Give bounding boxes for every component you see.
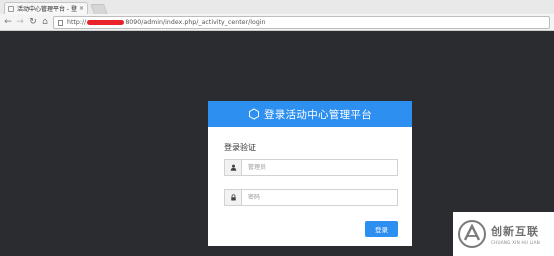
user-icon: [225, 160, 242, 175]
watermark-text: 创新互联 CHUANG XIN HU LIAN: [491, 223, 540, 245]
page-favicon-icon: [8, 5, 14, 12]
login-card: 登录活动中心管理平台 登录验证 登录: [208, 101, 412, 246]
address-bar[interactable]: http:// 8090/admin/index.php/_activity_ce…: [53, 16, 550, 29]
page-document-icon: [58, 19, 63, 26]
watermark-logo-icon: [458, 220, 486, 248]
username-field[interactable]: [224, 159, 398, 176]
password-input[interactable]: [242, 190, 397, 205]
login-card-title: 登录活动中心管理平台: [264, 108, 372, 121]
login-card-header: 登录活动中心管理平台: [208, 101, 412, 127]
forward-arrow-icon[interactable]: →: [14, 15, 26, 29]
back-arrow-icon[interactable]: ←: [2, 15, 14, 29]
url-text: http:// 8090/admin/index.php/_activity_ce…: [67, 19, 266, 26]
tab-close-icon[interactable]: ×: [79, 5, 84, 12]
url-redaction-mark: [87, 19, 125, 25]
url-path: 8090/admin/index.php/_activity_center/lo…: [125, 19, 266, 26]
home-icon[interactable]: ⌂: [39, 15, 51, 29]
lock-icon: [225, 190, 242, 205]
url-prefix: http://: [67, 19, 87, 26]
hexagon-logo-icon: [249, 108, 259, 120]
login-button[interactable]: 登录: [365, 221, 398, 237]
watermark: 创新互联 CHUANG XIN HU LIAN: [453, 212, 554, 256]
browser-toolbar: ← → ↻ ⌂ http:// 8090/admin/index.php/_act…: [0, 14, 554, 31]
watermark-subtitle: CHUANG XIN HU LIAN: [491, 240, 540, 245]
browser-tab-strip: 活动中心管理平台 - 登录 ×: [0, 0, 554, 14]
login-section-title: 登录验证: [224, 143, 256, 152]
reload-icon[interactable]: ↻: [27, 15, 39, 29]
tab-title: 活动中心管理平台 - 登录: [17, 6, 77, 13]
browser-tab[interactable]: 活动中心管理平台 - 登录 ×: [4, 2, 88, 14]
password-field[interactable]: [224, 189, 398, 206]
username-input[interactable]: [242, 160, 397, 175]
new-tab-button[interactable]: [90, 4, 108, 14]
watermark-name: 创新互联: [491, 225, 539, 238]
